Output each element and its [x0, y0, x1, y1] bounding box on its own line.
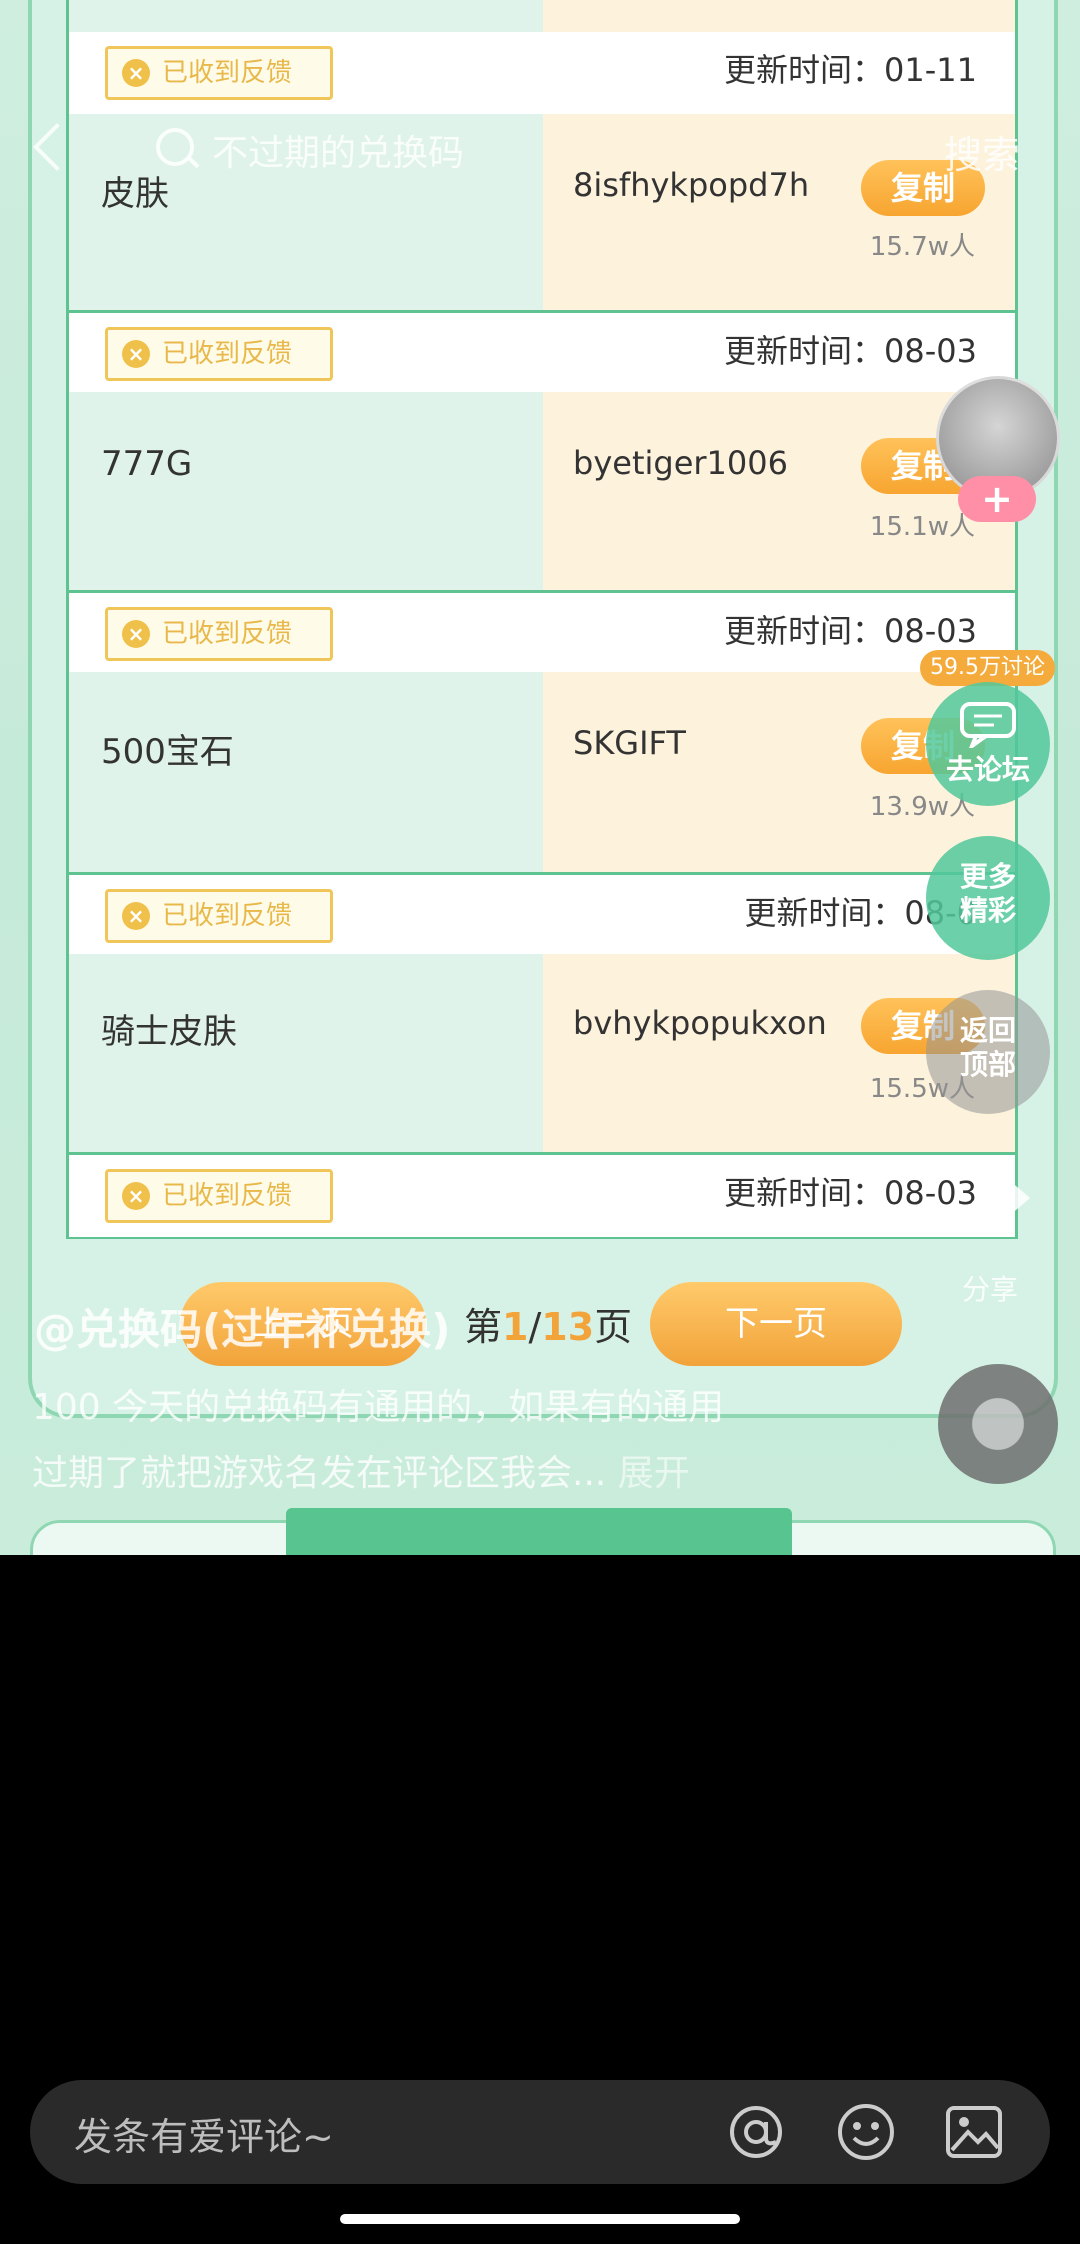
table-row: 777G byetiger1006 复制 15.1w人 [69, 392, 1015, 590]
search-input[interactable]: 不过期的兑换码 [212, 124, 464, 176]
share-label: 分享 [962, 1273, 1019, 1306]
redeem-code: byetiger1006 [573, 444, 788, 482]
follow-button[interactable]: + [958, 476, 1036, 522]
post-description: 100 今天的兑换码有通用的，如果有的通用 [32, 1387, 725, 1428]
feedback-badge[interactable]: × 已收到反馈 [105, 46, 333, 100]
row-footer: × 已收到反馈 更新时间：08-03 [69, 1152, 1015, 1237]
update-time: 更新时间：08-03 [724, 332, 977, 370]
update-time: 更新时间：08-03 [724, 612, 977, 650]
more-button[interactable]: 更多 精彩 [926, 836, 1050, 960]
next-card-banner [286, 1508, 792, 1555]
search-bar: 不过期的兑换码 搜索 [0, 118, 1080, 188]
row-footer: × 已收到反馈 更新时间：08-03 [69, 590, 1015, 675]
emoji-icon[interactable] [836, 2102, 896, 2162]
back-icon[interactable] [32, 122, 82, 172]
post-description-2: 过期了就把游戏名发在评论区我会... 展开 [32, 1453, 690, 1494]
update-time: 更新时间：01-11 [724, 51, 977, 89]
feedback-badge[interactable]: × 已收到反馈 [105, 327, 333, 381]
feedback-badge[interactable]: × 已收到反馈 [105, 889, 333, 943]
chat-icon [960, 702, 1016, 752]
back-to-top-button[interactable]: 返回 顶部 [926, 990, 1050, 1114]
feedback-badge[interactable]: × 已收到反馈 [105, 607, 333, 661]
expand-link[interactable]: 展开 [618, 1453, 690, 1494]
row-footer: × 已收到反馈 更新时间：01-11 [69, 32, 1015, 114]
image-icon[interactable] [944, 2102, 1004, 2162]
home-indicator[interactable] [340, 2214, 740, 2224]
feedback-badge[interactable]: × 已收到反馈 [105, 1169, 333, 1223]
next-page-button[interactable]: 下一页 [650, 1282, 902, 1366]
reward-name: 骑士皮肤 [101, 1012, 237, 1052]
close-circle-icon: × [122, 340, 150, 368]
update-time: 更新时间：08-03 [724, 1174, 977, 1212]
reward-name: 777G [101, 444, 193, 484]
table-row: 500宝石 SKGIFT 复制 13.9w人 [69, 672, 1015, 872]
forum-button[interactable]: 去论坛 [926, 682, 1050, 806]
discussion-count: 59.5万讨论 [920, 650, 1055, 686]
music-disc[interactable] [938, 1364, 1058, 1484]
search-icon [156, 128, 194, 166]
video-frame[interactable]: × 已收到反馈 更新时间：01-11 皮肤 8isfhykpopd7h 复制 1… [0, 0, 1080, 1555]
row-footer: × 已收到反馈 更新时间：08-0 [69, 872, 1015, 957]
search-button[interactable]: 搜索 [944, 124, 1020, 179]
redeem-code: SKGIFT [573, 724, 686, 762]
share-icon[interactable] [958, 1170, 1034, 1230]
user-count: 15.7w人 [869, 232, 975, 262]
close-circle-icon: × [122, 902, 150, 930]
table-row: 骑士皮肤 bvhykpopukxon 复制 15.5w人 [69, 954, 1015, 1152]
comment-input[interactable]: 发条有爱评论~ [74, 2106, 334, 2161]
author-name[interactable]: @兑换码(过年补兑换) [34, 1296, 450, 1357]
close-circle-icon: × [122, 620, 150, 648]
at-icon[interactable] [726, 2102, 786, 2162]
page-indicator: 第1/13页 [464, 1305, 633, 1349]
close-circle-icon: × [122, 1182, 150, 1210]
redeem-code: bvhykpopukxon [573, 1004, 827, 1042]
table-row [69, 0, 1015, 32]
close-circle-icon: × [122, 59, 150, 87]
row-footer: × 已收到反馈 更新时间：08-03 [69, 310, 1015, 395]
reward-name: 500宝石 [101, 732, 234, 772]
user-count: 15.1w人 [869, 512, 975, 542]
comment-bar: 发条有爱评论~ [30, 2080, 1050, 2184]
